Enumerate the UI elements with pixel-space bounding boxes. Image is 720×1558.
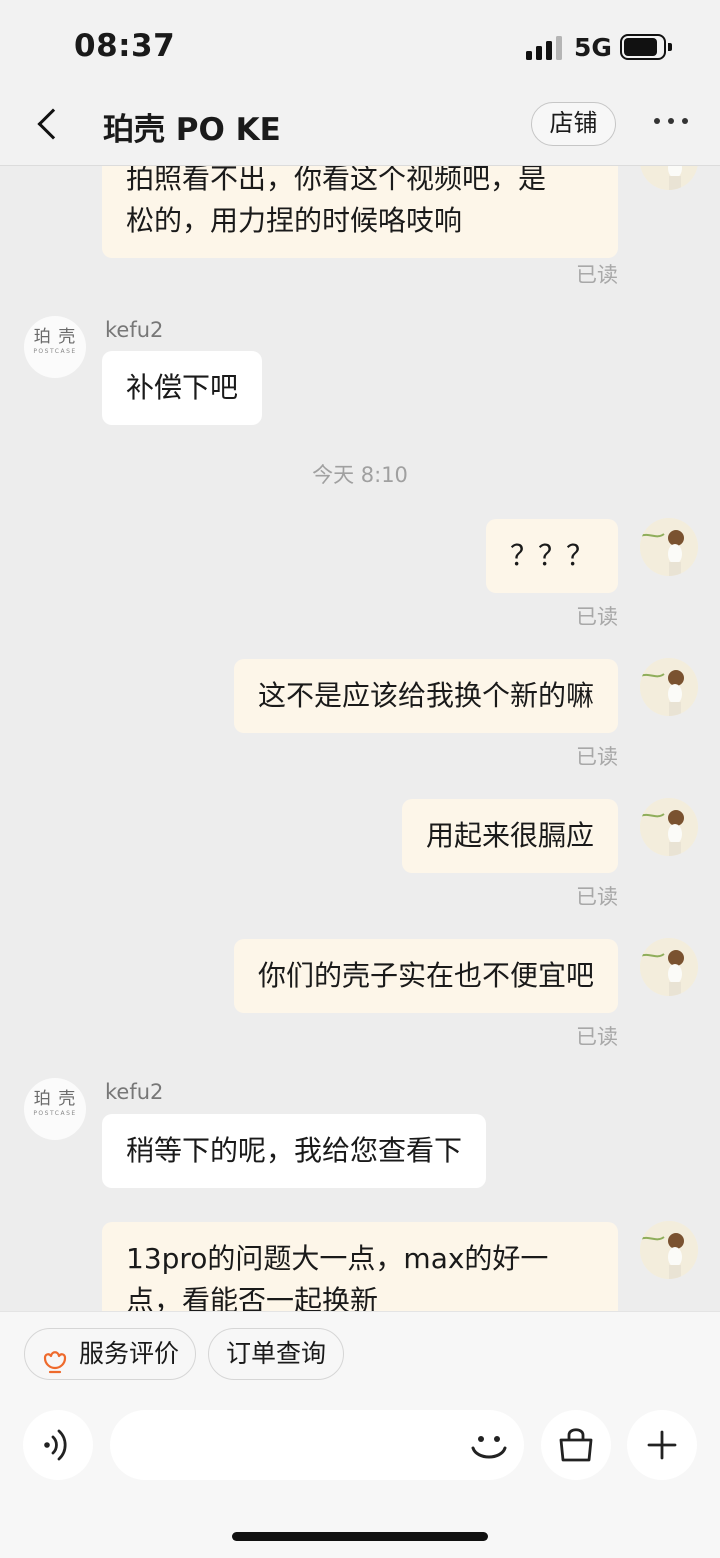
message-bubble-me[interactable]: 拍照看不出，你看这个视频吧，是 松的，用力捏的时候咯吱响 xyxy=(102,166,618,258)
sender-name: kefu2 xyxy=(105,1080,164,1104)
read-status: 已读 xyxy=(576,745,618,769)
order-query-button[interactable]: 订单查询 xyxy=(208,1328,344,1380)
chat-title: 珀壳 PO KE xyxy=(103,112,281,148)
message-bubble-me[interactable]: 用起来很膈应 xyxy=(401,799,618,873)
message-bubble-me[interactable]: ？？？ xyxy=(485,519,618,593)
shopping-bag-icon[interactable] xyxy=(541,1410,611,1480)
message-bubble-shop[interactable]: 补偿下吧 xyxy=(102,351,263,425)
sender-name: kefu2 xyxy=(105,318,164,342)
service-review-button[interactable]: 服务评价 xyxy=(24,1328,196,1380)
timestamp: 今天 8:10 xyxy=(312,463,408,487)
status-bar: 08:37 5G xyxy=(0,0,720,90)
message-bubble-me[interactable]: 这不是应该给我换个新的嘛 xyxy=(233,659,618,733)
user-avatar[interactable] xyxy=(640,166,698,190)
user-avatar[interactable] xyxy=(640,658,698,716)
store-button[interactable]: 店铺 xyxy=(531,102,616,146)
status-time: 08:37 xyxy=(74,28,176,64)
shop-avatar[interactable]: 珀 壳 POSTCASE xyxy=(24,316,86,378)
battery-icon xyxy=(620,34,672,60)
message-bubble-me[interactable]: 13pro的问题大一点，max的好一 点，看能否一起换新 xyxy=(102,1222,618,1311)
network-label: 5G xyxy=(574,33,612,62)
message-input[interactable] xyxy=(110,1410,524,1480)
more-icon[interactable] xyxy=(654,118,690,128)
plus-icon[interactable] xyxy=(627,1410,697,1480)
back-icon[interactable] xyxy=(30,104,69,148)
user-avatar[interactable] xyxy=(640,938,698,996)
voice-icon[interactable] xyxy=(23,1410,93,1480)
emoji-icon[interactable] xyxy=(466,1422,512,1468)
nav-bar: 珀壳 PO KE 店铺 xyxy=(0,90,720,166)
read-status: 已读 xyxy=(576,885,618,909)
signal-icon xyxy=(526,36,564,60)
read-status: 已读 xyxy=(576,605,618,629)
user-avatar[interactable] xyxy=(640,518,698,576)
service-review-label: 服务评价 xyxy=(79,1339,180,1368)
message-bubble-shop[interactable]: 稍等下的呢，我给您查看下 xyxy=(102,1114,487,1188)
bottom-panel: 服务评价 订单查询 xyxy=(0,1311,720,1558)
flower-icon xyxy=(41,1341,69,1374)
message-bubble-me[interactable]: 你们的壳子实在也不便宜吧 xyxy=(233,939,618,1013)
user-avatar[interactable] xyxy=(640,1221,698,1279)
user-avatar[interactable] xyxy=(640,798,698,856)
shop-avatar[interactable]: 珀 壳 POSTCASE xyxy=(24,1078,86,1140)
read-status: 已读 xyxy=(576,1025,618,1049)
chat-area[interactable]: 拍照看不出，你看这个视频吧，是 松的，用力捏的时候咯吱响 已读 珀 壳 POST… xyxy=(0,166,720,1311)
home-indicator xyxy=(232,1532,488,1541)
read-status: 已读 xyxy=(576,263,618,287)
